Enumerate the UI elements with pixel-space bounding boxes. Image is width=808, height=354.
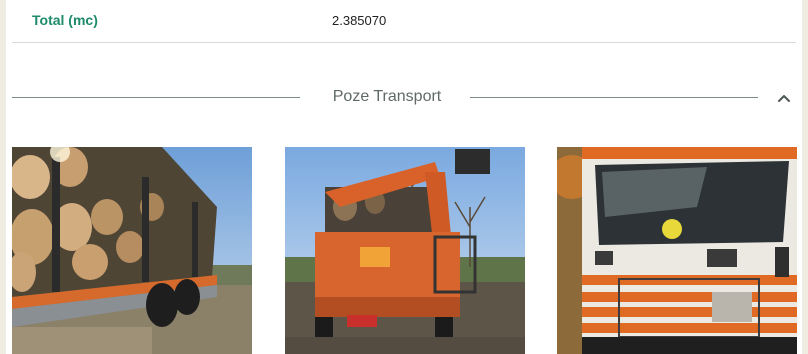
section-title: Poze Transport <box>332 88 442 105</box>
transport-photo-1[interactable] <box>12 147 252 354</box>
section-divider-right <box>470 97 758 98</box>
orange-truck-cab-image <box>557 147 797 354</box>
total-value: 2.385070 <box>332 13 387 28</box>
log-truck-crane-image <box>285 147 525 354</box>
chevron-up-icon <box>778 95 790 102</box>
transport-photo-3[interactable] <box>557 147 797 354</box>
content-panel: Total (mc) 2.385070 Poze Transport <box>6 0 802 354</box>
transport-photos-header: Poze Transport <box>12 84 796 112</box>
log-truck-side-image <box>12 147 252 354</box>
total-label: Total (mc) <box>32 12 98 28</box>
section-divider-left <box>12 97 300 98</box>
transport-photo-2[interactable] <box>285 147 525 354</box>
total-row: Total (mc) 2.385070 <box>12 0 796 43</box>
collapse-button[interactable] <box>774 88 794 108</box>
